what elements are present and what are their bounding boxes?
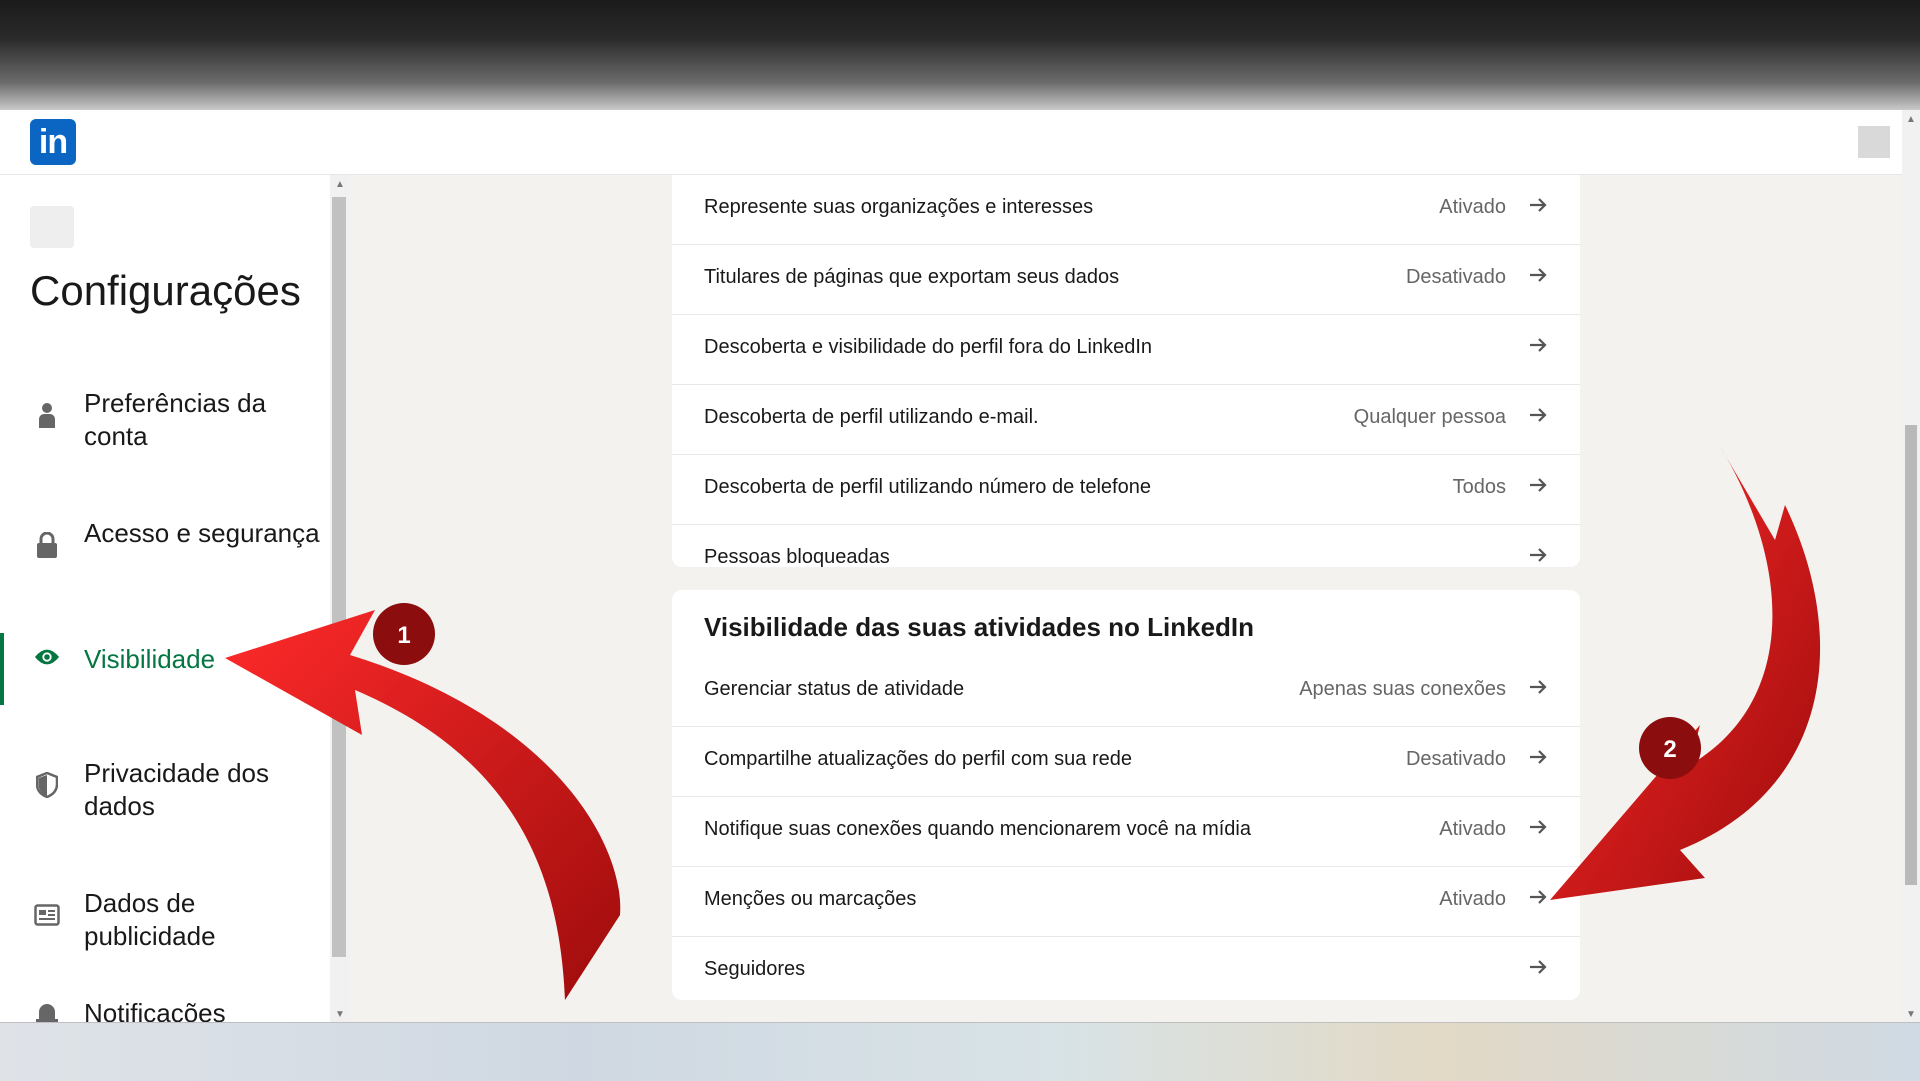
row-label: Descoberta de perfil utilizando número d… <box>704 476 1151 498</box>
newspaper-icon <box>34 902 60 928</box>
row-label: Seguidores <box>704 958 806 980</box>
section-title: Visibilidade das suas atividades no Link… <box>704 612 1255 642</box>
sidebar-item-label: Acesso e segurança <box>84 518 320 548</box>
row-label: Menções ou marcações <box>704 888 917 910</box>
row-value: Ativado <box>1439 196 1506 218</box>
shield-icon <box>34 772 60 798</box>
row-label: Gerenciar status de atividade <box>704 678 965 700</box>
row-label: Titulares de páginas que exportam seus d… <box>704 266 1120 288</box>
settings-row[interactable]: Descoberta de perfil utilizando número d… <box>672 455 1580 525</box>
page-scrollbar[interactable]: ▲ ▼ <box>1902 110 1920 1022</box>
scroll-down-icon[interactable]: ▼ <box>1902 1009 1920 1020</box>
taskbar-strip <box>0 1022 1920 1081</box>
scroll-up-icon[interactable]: ▲ <box>1902 114 1920 125</box>
browser-top-bar <box>0 0 1920 110</box>
settings-row[interactable]: Titulares de páginas que exportam seus d… <box>672 245 1580 315</box>
sidebar-item-label: Notificações <box>84 998 226 1022</box>
app-header: in <box>0 110 1902 175</box>
sidebar-item-label: Privacidade dos dados <box>84 758 269 821</box>
settings-row[interactable]: Seguidores <box>672 937 1580 1006</box>
settings-row[interactable]: Represente suas organizações e interesse… <box>672 175 1580 245</box>
arrow-right-icon <box>1530 198 1547 212</box>
sidebar-item-label: Dados de publicidade <box>84 888 216 951</box>
visibility-profile-card: Represente suas organizações e interesse… <box>672 175 1580 568</box>
arrow-right-icon <box>1530 338 1547 352</box>
settings-row[interactable]: Pessoas bloqueadas <box>672 525 1580 594</box>
linkedin-logo-icon[interactable]: in <box>30 119 76 165</box>
sidebar-scrollbar[interactable]: ▲ ▼ <box>330 175 350 1022</box>
sidebar-avatar[interactable] <box>30 206 74 248</box>
scroll-up-icon[interactable]: ▲ <box>330 179 350 190</box>
row-label: Notifique suas conexões quando mencionar… <box>704 818 1251 840</box>
row-value: Ativado <box>1439 818 1506 840</box>
row-value: Desativado <box>1405 748 1506 770</box>
row-value: Apenas suas conexões <box>1299 678 1506 700</box>
arrow-right-icon <box>1530 548 1547 562</box>
bell-icon <box>34 1000 60 1022</box>
row-label: Descoberta de perfil utilizando e-mail. <box>704 406 1039 428</box>
sidebar-item-label: Preferências da conta <box>84 388 267 451</box>
settings-row[interactable]: Descoberta de perfil utilizando e-mail. … <box>672 385 1580 455</box>
row-value: Desativado <box>1405 266 1506 288</box>
settings-row[interactable]: Notifique suas conexões quando mencionar… <box>672 797 1580 867</box>
arrow-right-icon <box>1530 820 1547 834</box>
person-icon <box>34 402 60 428</box>
sidebar-item-label: Visibilidade <box>84 644 216 674</box>
sidebar-scroll-thumb[interactable] <box>332 197 346 957</box>
page-scroll-thumb[interactable] <box>1905 425 1917 885</box>
settings-row[interactable]: Descoberta e visibilidade do perfil fora… <box>672 315 1580 385</box>
arrow-right-icon <box>1530 478 1547 492</box>
arrow-right-icon <box>1530 268 1547 282</box>
lock-icon <box>34 532 60 558</box>
row-label: Compartilhe atualizações do perfil com s… <box>704 748 1132 770</box>
row-value: Todos <box>1452 476 1506 498</box>
activity-visibility-card: Visibilidade das suas atividades no Link… <box>672 590 1580 1000</box>
row-label: Descoberta e visibilidade do perfil fora… <box>704 336 1153 358</box>
settings-row[interactable]: Menções ou marcações Ativado <box>672 867 1580 937</box>
settings-row[interactable]: Gerenciar status de atividade Apenas sua… <box>672 657 1580 727</box>
arrow-right-icon <box>1530 408 1547 422</box>
arrow-right-icon <box>1530 750 1547 764</box>
arrow-right-icon <box>1530 960 1547 974</box>
settings-row[interactable]: Compartilhe atualizações do perfil com s… <box>672 727 1580 797</box>
arrow-right-icon <box>1530 680 1547 694</box>
scroll-down-icon[interactable]: ▼ <box>330 1009 350 1020</box>
settings-sidebar: Configurações Preferências da conta Aces… <box>0 175 330 1022</box>
row-label: Represente suas organizações e interesse… <box>704 196 1094 218</box>
row-value: Qualquer pessoa <box>1353 406 1506 428</box>
page-title: Configurações <box>30 267 301 314</box>
row-value: Ativado <box>1439 888 1506 910</box>
profile-avatar[interactable] <box>1858 126 1890 158</box>
eye-icon <box>34 644 60 670</box>
arrow-right-icon <box>1530 890 1547 904</box>
row-label: Pessoas bloqueadas <box>704 546 890 568</box>
